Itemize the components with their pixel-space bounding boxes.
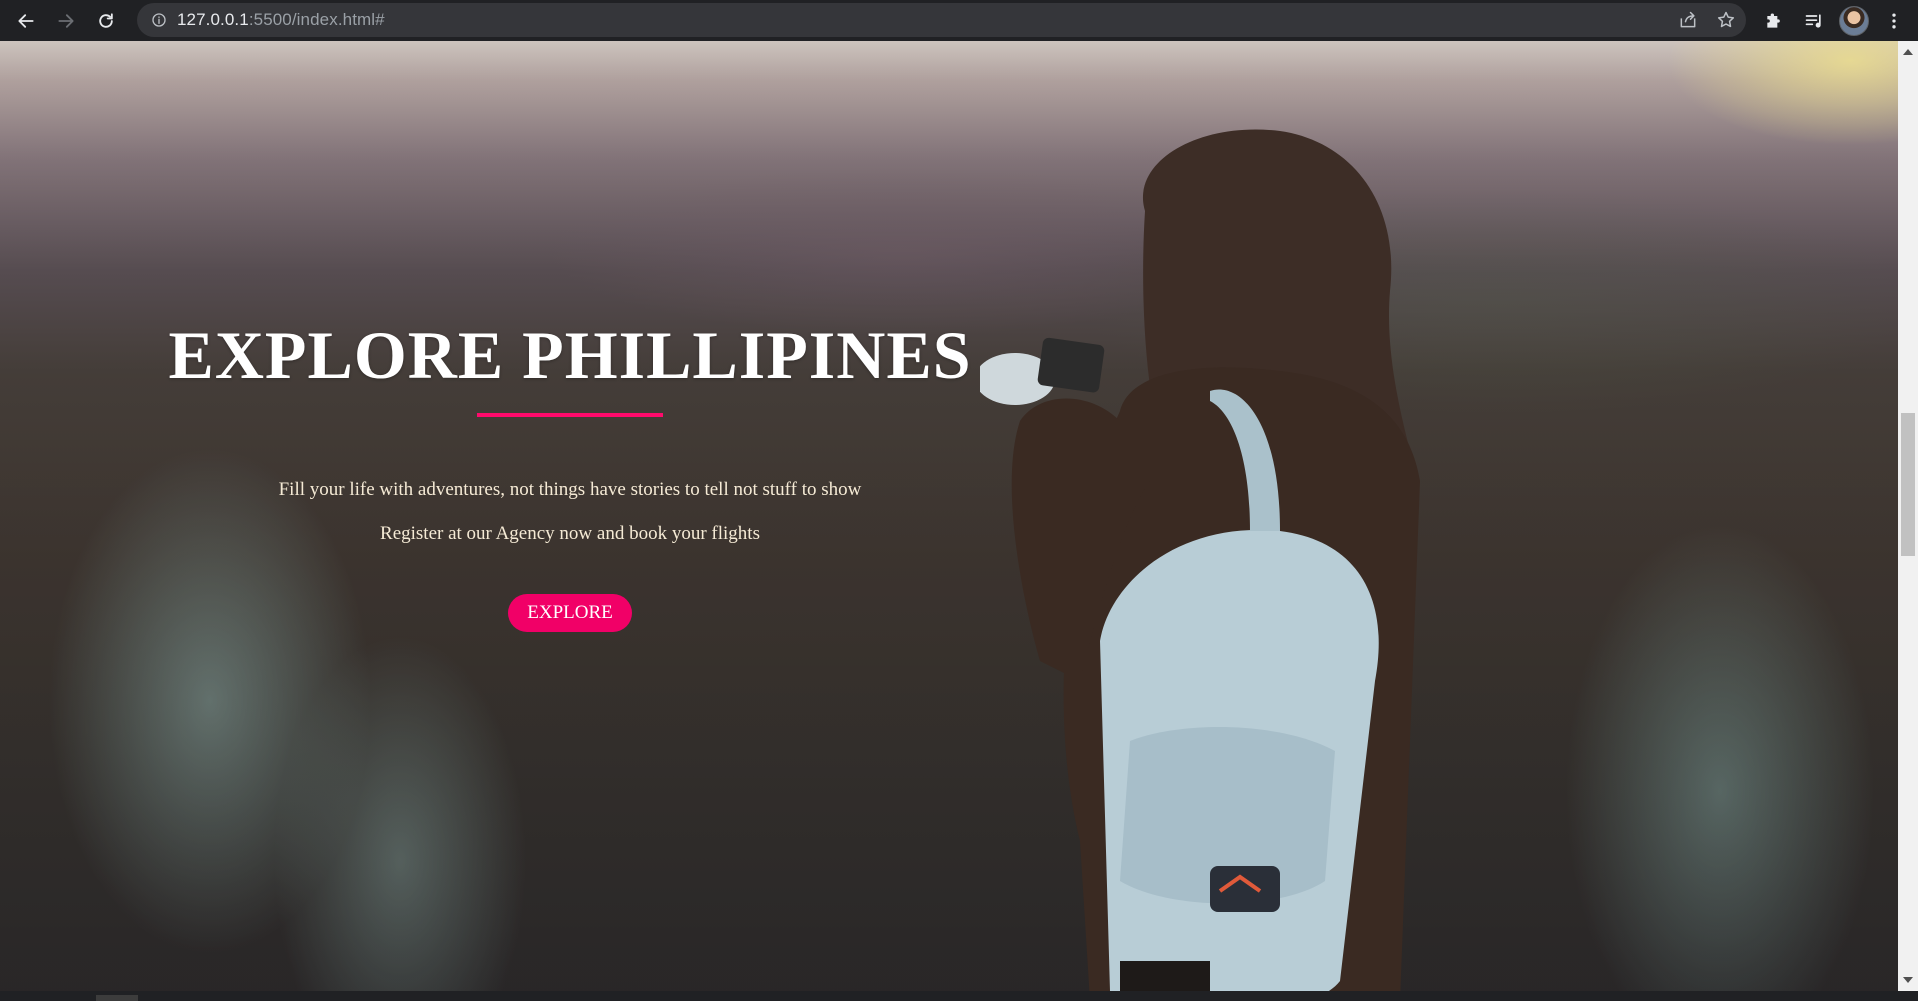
horizontal-scrollbar — [0, 991, 1918, 1001]
forward-arrow-icon — [58, 13, 74, 28]
extensions-button[interactable] — [1754, 0, 1794, 41]
horizontal-scroll-thumb[interactable] — [96, 995, 138, 1001]
forward-button[interactable] — [46, 0, 86, 41]
toolbar-actions — [1754, 0, 1918, 41]
reading-list-icon — [1805, 13, 1821, 28]
explore-button[interactable]: EXPLORE — [508, 594, 632, 632]
back-arrow-icon — [18, 13, 34, 28]
menu-button[interactable] — [1874, 0, 1914, 41]
info-icon[interactable] — [151, 12, 167, 28]
hero-title: EXPLORE PHILLIPINES — [168, 317, 972, 393]
reading-list-button[interactable] — [1794, 0, 1834, 41]
scroll-down-arrow-icon[interactable] — [1903, 977, 1913, 983]
star-icon[interactable] — [1716, 10, 1736, 30]
hero-section: EXPLORE PHILLIPINES Fill your life with … — [140, 321, 1000, 632]
traveller-photo — [980, 129, 1420, 991]
reload-icon — [99, 12, 113, 28]
back-button[interactable] — [6, 0, 46, 41]
title-underline — [477, 413, 663, 417]
scroll-thumb[interactable] — [1901, 413, 1915, 556]
address-bar[interactable]: 127.0.0.1:5500/index.html# — [137, 3, 1746, 37]
reload-button[interactable] — [86, 0, 126, 41]
scroll-up-arrow-icon[interactable] — [1903, 49, 1913, 55]
share-icon[interactable] — [1678, 10, 1698, 30]
browser-toolbar: 127.0.0.1:5500/index.html# — [0, 0, 1918, 41]
hero-tagline: Fill your life with adventures, not thin… — [278, 479, 862, 500]
url-path: :5500/index.html# — [248, 10, 385, 29]
page-viewport: EXPLORE PHILLIPINES Fill your life with … — [0, 41, 1898, 991]
hero-subtagline: Register at our Agency now and book your… — [380, 523, 760, 544]
puzzle-icon — [1767, 13, 1780, 28]
vertical-scrollbar[interactable] — [1898, 41, 1918, 991]
url-host: 127.0.0.1 — [177, 10, 249, 29]
avatar — [1839, 5, 1869, 36]
profile-button[interactable] — [1834, 0, 1874, 41]
kebab-menu-icon — [1892, 13, 1896, 28]
url-text[interactable]: 127.0.0.1:5500/index.html# — [177, 10, 385, 30]
address-bar-actions — [1678, 3, 1736, 37]
